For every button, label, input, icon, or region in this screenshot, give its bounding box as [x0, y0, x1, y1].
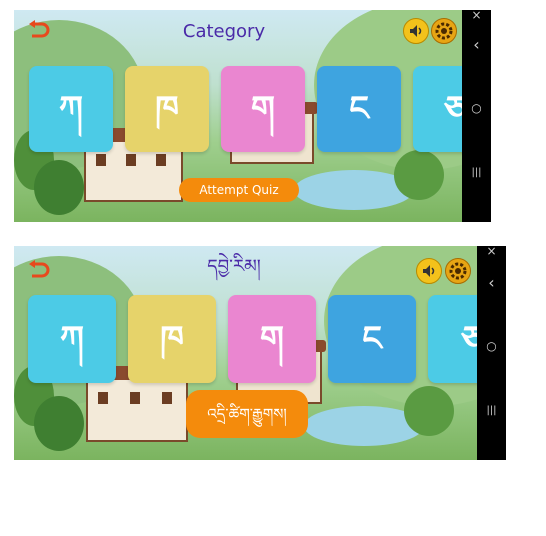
nav-home-icon[interactable]: ○ — [462, 101, 491, 115]
letter-card[interactable]: ག — [221, 66, 305, 152]
screenshot-english: Category ཀ ཁ ག ང ཅ Attempt Quiz × ‹ ○ ||… — [14, 10, 491, 222]
screenshot-dzongkha: དབྱེ་རིམ། ཀ ཁ ག ང ཅ འདྲི་ཚིག་རྒྱུགས། × ‹… — [14, 246, 506, 460]
letter-card[interactable]: ཀ — [29, 66, 113, 152]
game-scene: དབྱེ་རིམ། ཀ ཁ ག ང ཅ འདྲི་ཚིག་རྒྱུགས། — [14, 246, 477, 460]
letter-card[interactable]: ཀ — [28, 295, 116, 383]
nav-back-icon[interactable]: ‹ — [462, 37, 491, 53]
page-title: Category — [182, 21, 266, 42]
sound-button[interactable] — [403, 18, 429, 44]
speaker-icon — [423, 265, 435, 277]
game-scene: Category ཀ ཁ ག ང ཅ Attempt Quiz — [14, 10, 462, 222]
settings-button[interactable] — [445, 258, 471, 284]
attempt-quiz-button[interactable]: འདྲི་ཚིག་རྒྱུགས། — [186, 390, 308, 438]
android-nav-bar: × ‹ ○ ||| — [477, 246, 506, 460]
nav-recents-icon[interactable]: ||| — [462, 166, 491, 180]
page-title: དབྱེ་རིམ། — [207, 256, 261, 277]
letter-card[interactable]: ཁ — [128, 295, 216, 383]
back-arrow-icon — [29, 20, 50, 38]
back-button[interactable] — [26, 260, 50, 280]
letter-card[interactable]: ག — [228, 295, 316, 383]
sound-button[interactable] — [416, 258, 442, 284]
gear-icon — [435, 22, 453, 40]
close-icon[interactable]: × — [477, 246, 506, 258]
close-icon[interactable]: × — [462, 10, 491, 22]
letter-card[interactable]: ཁ — [125, 66, 209, 152]
letter-card[interactable]: ཅ — [413, 66, 462, 152]
letter-card[interactable]: ང — [317, 66, 401, 152]
nav-recents-icon[interactable]: ||| — [477, 404, 506, 418]
settings-button[interactable] — [431, 18, 457, 44]
speaker-icon — [410, 25, 422, 37]
nav-home-icon[interactable]: ○ — [477, 339, 506, 353]
back-button[interactable] — [26, 20, 50, 40]
nav-back-icon[interactable]: ‹ — [477, 275, 506, 291]
android-nav-bar: × ‹ ○ ||| — [462, 10, 491, 222]
attempt-quiz-button[interactable]: Attempt Quiz — [179, 178, 299, 202]
gear-icon — [449, 262, 467, 280]
letter-card[interactable]: ཅ — [428, 295, 477, 383]
letter-card[interactable]: ང — [328, 295, 416, 383]
back-arrow-icon — [29, 260, 50, 278]
